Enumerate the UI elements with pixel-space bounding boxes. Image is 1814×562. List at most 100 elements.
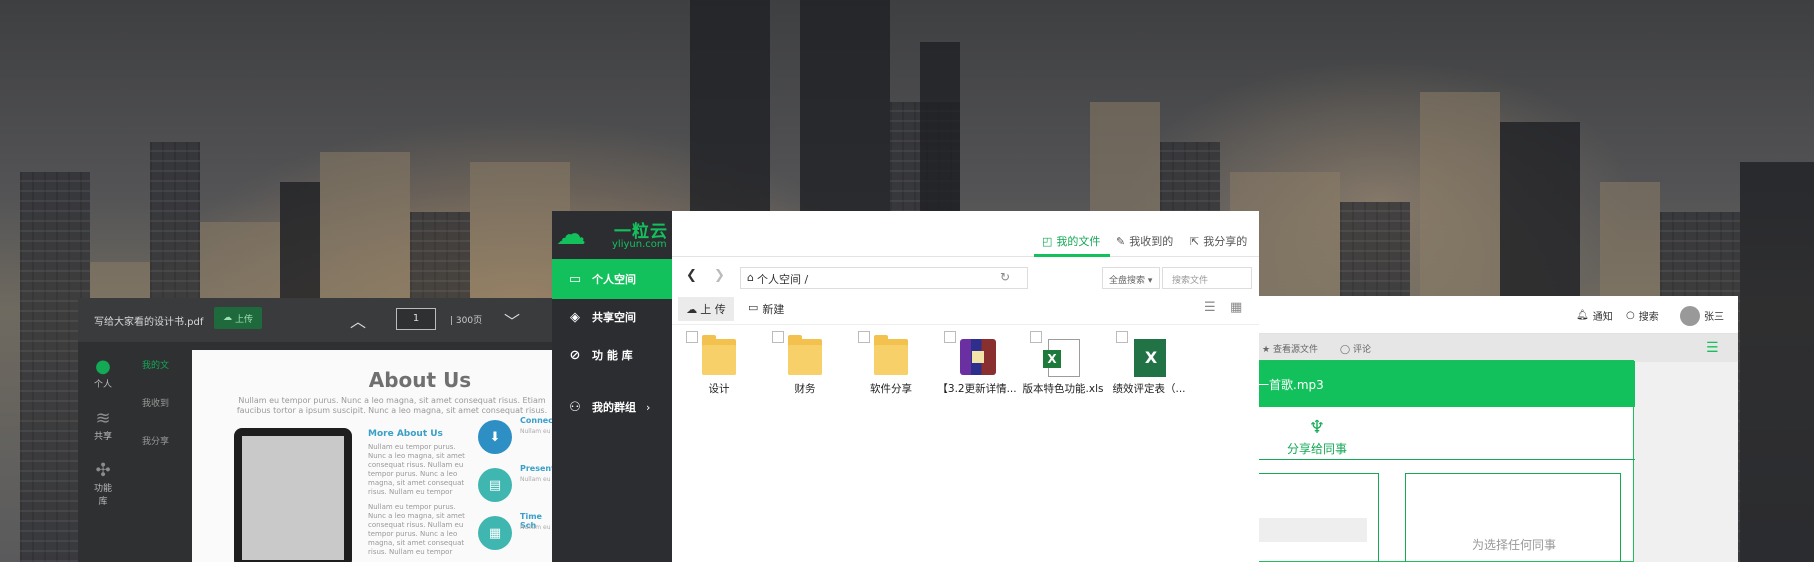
share-panel-window: 🔔︎ 通知 ○ 搜索 张三 ★ 查看源文件 ◯ 评论 ☰ 一首歌.mp3 ♆ 分享给…: [1256, 296, 1738, 562]
notify-button[interactable]: 🔔︎ 通知: [1576, 308, 1613, 323]
sidebar-item-label: 功 能 库: [592, 349, 633, 362]
main-content: ◰ 我的文件 ✎ 我收到的 ⇱ 我分享的 ❮ ❯ ⌂ 个人空间 / ↻ 全盘搜索 ▾ …: [672, 211, 1259, 562]
tab-received[interactable]: ✎ 我收到的: [1116, 233, 1173, 249]
chevron-right-icon: ›: [646, 400, 651, 414]
pdf-toolbar: 写给大家看的设计书.pdf ☁ 上传 ︿ 1 | 300页 ﹀: [78, 298, 552, 342]
doc-lede: Nullam eu tempor purus. Nunc a leo magna…: [236, 396, 548, 415]
grid-view-icon[interactable]: ▦: [1230, 300, 1242, 315]
file-item[interactable]: 财务: [764, 331, 846, 411]
file-checkbox[interactable]: [772, 331, 784, 343]
bell-icon: 🔔︎: [1576, 310, 1589, 321]
doc-column: More About Us Nullam eu tempor purus. Nu…: [368, 430, 468, 557]
tab-bar: ◰ 我的文件 ✎ 我收到的 ⇱ 我分享的: [672, 211, 1259, 257]
puzzle-icon: ✣: [95, 460, 111, 481]
chevron-down-icon[interactable]: ﹀: [504, 308, 520, 332]
doc-column-text-1: Nullam eu tempor purus. Nunc a leo magna…: [368, 443, 465, 496]
file-name: 财务: [794, 383, 816, 395]
file-item[interactable]: X 版本特色功能.xls: [1022, 331, 1104, 411]
search-button[interactable]: ○ 搜索: [1626, 308, 1659, 323]
excel-icon: X: [1130, 337, 1168, 377]
list-view-icon[interactable]: ☰: [1204, 300, 1216, 315]
file-name: 设计: [708, 383, 730, 395]
sidebar-item-my-groups[interactable]: ⚇ 我的群组 ›: [552, 387, 672, 427]
file-checkbox[interactable]: [1116, 331, 1128, 343]
tab-my-files[interactable]: ◰ 我的文件: [1042, 233, 1100, 249]
file-name: 软件分享: [870, 383, 912, 395]
folder-icon: [872, 335, 910, 377]
breadcrumb[interactable]: ⌂ 个人空间 /: [740, 267, 1028, 289]
circle-text-1: Nullam eu a leo magna: [520, 428, 550, 435]
sidebar-item-label: 共享空间: [592, 311, 636, 324]
sidebar-item-library[interactable]: ⊘ 功 能 库: [552, 335, 672, 375]
pdf-nav-shared[interactable]: 我分享: [142, 434, 169, 447]
empty-selection-message: 为选择任何同事: [1471, 538, 1556, 552]
share-dialog: 一首歌.mp3 ♆ 分享给同事 为选择任何同事: [1256, 360, 1635, 562]
circle-text-2: Nullam eu a leo magna: [520, 476, 550, 483]
pdf-side-library[interactable]: ✣ 功能库: [90, 460, 116, 507]
cloud-logo-icon: ☁: [556, 217, 586, 252]
circle-text-3: Nullam eu a leo magna: [520, 524, 550, 531]
download-circle-icon: ⬇: [478, 420, 512, 454]
file-name: 【3.2更新详情...: [937, 383, 1017, 395]
folder-icon: [786, 335, 824, 377]
file-item[interactable]: X 绩效评定表（...: [1108, 331, 1190, 411]
home-icon: ⌂: [747, 271, 754, 284]
file-item[interactable]: 设计: [678, 331, 760, 411]
pdf-upload-label: 上传: [234, 314, 253, 325]
layers-icon: ◈: [570, 309, 580, 325]
file-checkbox[interactable]: [858, 331, 870, 343]
chevron-up-icon[interactable]: ︿: [350, 308, 366, 332]
share-top-bar: 🔔︎ 通知 ○ 搜索 张三: [1256, 296, 1738, 334]
sidebar-item-shared-space[interactable]: ◈ 共享空间: [552, 297, 672, 337]
star-icon: ★: [1262, 345, 1271, 355]
pdf-side-shared[interactable]: ≋ 共享: [90, 408, 116, 442]
view-source-button[interactable]: ★ 查看源文件: [1262, 342, 1318, 355]
page-number-input[interactable]: 1: [396, 308, 436, 330]
pdf-side-personal[interactable]: ● 个人: [90, 356, 116, 390]
file-checkbox[interactable]: [1030, 331, 1042, 343]
calendar-circle-icon: ▦: [478, 516, 512, 550]
path-row: ❮ ❯ ⌂ 个人空间 / ↻ 全盘搜索 ▾ 搜索文件: [672, 259, 1259, 293]
pdf-upload-button[interactable]: ☁ 上传: [214, 307, 262, 329]
back-arrow-icon[interactable]: ❮: [686, 268, 697, 283]
user-name[interactable]: 张三: [1704, 308, 1724, 323]
sidebar-item-label: 我的群组: [592, 401, 636, 414]
main-sidebar: ☁ 一粒云 yliyun.com ▭ 个人空间 ◈ 共享空间 ⊘ 功 能 库 ⚇…: [552, 211, 672, 562]
tablet-image: [234, 428, 352, 562]
comment-icon: ◯: [1340, 345, 1351, 355]
pdf-viewer-window: 写给大家看的设计书.pdf ☁ 上传 ︿ 1 | 300页 ﹀ ● 个人 ≋ 共享 …: [78, 298, 560, 562]
file-item[interactable]: 【3.2更新详情...: [936, 331, 1018, 411]
file-icon: ◰: [1042, 234, 1053, 248]
pin-icon: ✎: [1116, 234, 1126, 248]
main-app-window: ☁ 一粒云 yliyun.com ▭ 个人空间 ◈ 共享空间 ⊘ 功 能 库 ⚇…: [552, 211, 1259, 562]
colleague-tree-box: [1257, 473, 1379, 562]
sidebar-item-label: 个人空间: [592, 273, 636, 286]
search-icon: ○: [1626, 310, 1635, 321]
cloud-upload-icon: ☁: [686, 302, 698, 316]
pdf-nav-my-files[interactable]: 我的文: [142, 358, 169, 371]
tab-shared[interactable]: ⇱ 我分享的: [1190, 233, 1247, 249]
new-folder-icon: ▭: [748, 301, 759, 314]
pdf-nav-received[interactable]: 我收到: [142, 396, 169, 409]
folder-icon: [700, 335, 738, 377]
file-item[interactable]: 软件分享: [850, 331, 932, 411]
brand-logo: ☁ 一粒云 yliyun.com: [552, 211, 672, 259]
file-checkbox[interactable]: [686, 331, 698, 343]
avatar[interactable]: [1680, 306, 1700, 326]
dialog-title: 一首歌.mp3: [1257, 361, 1635, 407]
search-input[interactable]: 搜索文件: [1162, 267, 1252, 289]
doc-column-text-2: Nullam eu tempor purus. Nunc a leo magna…: [368, 503, 465, 556]
file-checkbox[interactable]: [944, 331, 956, 343]
share-to-colleague-button[interactable]: ♆ 分享给同事: [1277, 417, 1357, 457]
file-name: 绩效评定表（...: [1112, 383, 1186, 395]
presentation-circle-icon: ▤: [478, 468, 512, 502]
new-button[interactable]: ▭ 新建: [748, 301, 784, 317]
forward-arrow-icon[interactable]: ❯: [714, 268, 725, 283]
sidebar-item-personal-space[interactable]: ▭ 个人空间: [552, 259, 672, 299]
upload-button[interactable]: ☁ 上 传: [678, 297, 734, 321]
share-icon: ⇱: [1190, 234, 1200, 248]
refresh-icon[interactable]: ↻: [1000, 270, 1010, 284]
list-view-icon[interactable]: ☰: [1706, 340, 1719, 356]
search-scope-select[interactable]: 全盘搜索 ▾: [1102, 267, 1160, 289]
comment-button[interactable]: ◯ 评论: [1340, 342, 1371, 355]
